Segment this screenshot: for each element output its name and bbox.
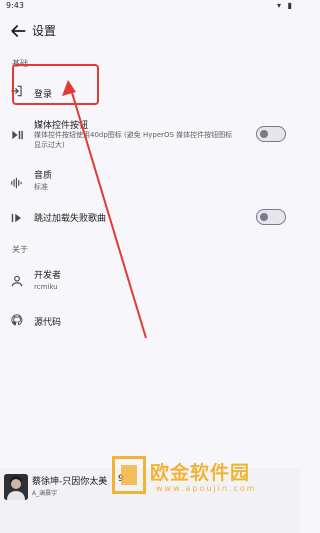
app-bar: 设置 xyxy=(0,18,300,46)
about-item-developer[interactable]: 开发者 rcmiku xyxy=(0,266,300,296)
back-arrow-icon[interactable] xyxy=(8,21,28,41)
watermark-text: 欧金软件园 xyxy=(150,462,251,484)
watermark-logo xyxy=(112,456,146,494)
status-time: 9:43 xyxy=(6,1,24,10)
person-icon xyxy=(11,275,23,287)
developer-label: 开发者 xyxy=(34,271,62,281)
switch-knob xyxy=(260,129,268,138)
developer-value: rcmiku xyxy=(34,283,58,291)
player-song-title: 蔡徐坤-只因你太美 xyxy=(32,477,108,487)
album-art xyxy=(4,474,28,500)
switch-knob xyxy=(260,212,268,221)
media-button-desc-line1: 媒体控件按钮使用40dp图标 (避免 HyperOS 媒体控件按钮图标 xyxy=(34,131,233,139)
annotation-highlight-box xyxy=(12,64,99,105)
skip-next-icon xyxy=(11,213,22,223)
media-button-switch[interactable] xyxy=(256,126,286,142)
section-header-about: 关于 xyxy=(12,245,28,254)
settings-item-skip-failed[interactable]: 跳过加载失败歌曲 xyxy=(0,206,300,230)
audio-wave-icon xyxy=(11,177,22,189)
page-title: 设置 xyxy=(32,24,57,38)
media-button-desc-line2: 显示过大) xyxy=(34,141,65,149)
about-item-source[interactable]: 源代码 xyxy=(0,310,300,334)
status-icons: ▾ ▮ xyxy=(277,1,294,10)
source-label: 源代码 xyxy=(34,318,62,328)
quality-value: 标准 xyxy=(34,183,48,191)
quality-label: 音质 xyxy=(34,171,53,181)
player-artist: A_澜晨宇 xyxy=(32,490,58,497)
skip-failed-label: 跳过加载失败歌曲 xyxy=(34,214,107,224)
watermark-url: www.apoujin.com xyxy=(156,484,257,493)
skip-failed-switch[interactable] xyxy=(256,209,286,225)
settings-item-quality[interactable]: 音质 标准 xyxy=(0,168,300,196)
play-pause-icon xyxy=(12,130,23,140)
github-icon xyxy=(11,314,23,326)
status-bar: 9:43 ▾ ▮ xyxy=(0,0,300,14)
watermark-logo-mark xyxy=(121,465,137,485)
album-art-image xyxy=(4,474,28,500)
settings-item-media-button[interactable]: 媒体控件按钮 媒体控件按钮使用40dp图标 (避免 HyperOS 媒体控件按钮… xyxy=(0,116,300,160)
